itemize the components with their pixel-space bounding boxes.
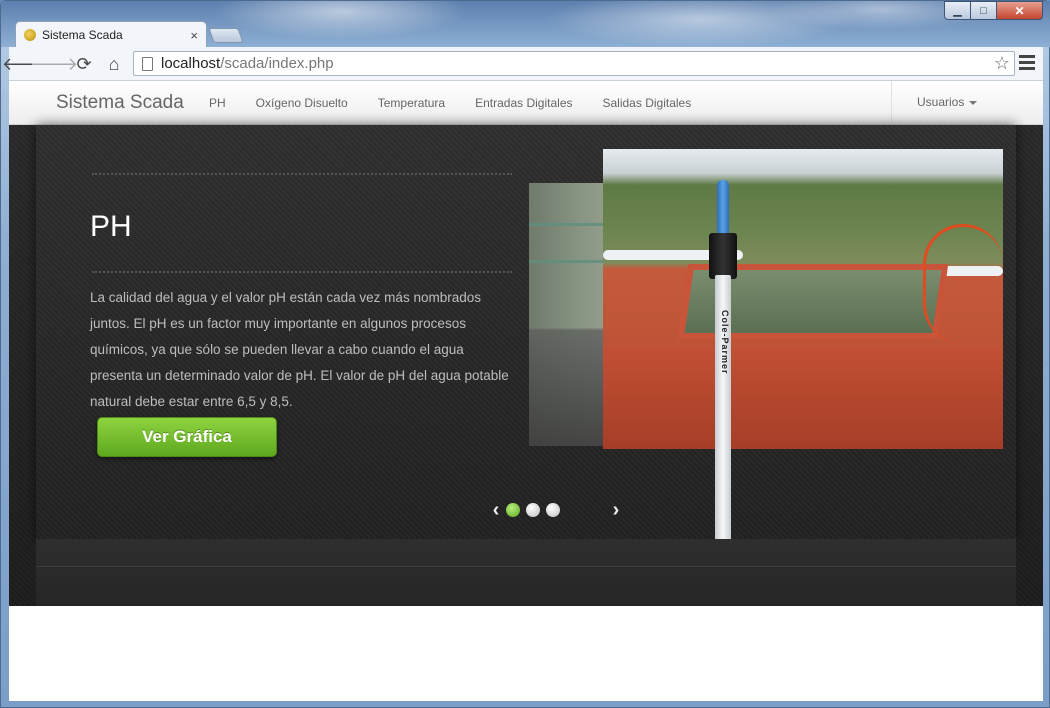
brand-link[interactable]: Sistema Scada xyxy=(56,92,184,114)
dotted-divider xyxy=(92,173,512,175)
slide-title: PH xyxy=(90,210,132,243)
bookmark-star-icon[interactable]: ☆ xyxy=(994,53,1010,74)
prev-arrow-icon[interactable]: ‹ xyxy=(486,499,506,522)
nav-link-oxigeno[interactable]: Oxígeno Disuelto xyxy=(256,96,348,110)
tank-photo xyxy=(603,149,1003,449)
slider-pager: ‹ › xyxy=(486,499,626,521)
lemon-favicon-icon xyxy=(24,29,36,41)
slide-description: La calidad del agua y el valor pH están … xyxy=(90,290,509,409)
new-tab-button[interactable] xyxy=(208,28,244,43)
slider-section: PH La calidad del agua y el valor pH est… xyxy=(9,125,1043,606)
forward-arrow-icon[interactable]: 🡒 xyxy=(30,53,78,75)
usuarios-dropdown[interactable]: Usuarios xyxy=(917,95,978,109)
nav-link-ph[interactable]: PH xyxy=(209,96,226,110)
ph-probe-image xyxy=(717,180,729,240)
browser-tab[interactable]: Sistema Scada × xyxy=(15,21,207,48)
tab-title: Sistema Scada xyxy=(42,28,123,42)
page-icon xyxy=(142,56,153,71)
ver-grafica-button[interactable]: Ver Gráfica xyxy=(97,417,277,457)
probe-brand-label: Cole-Parmer xyxy=(720,310,730,375)
caret-down-icon xyxy=(969,100,978,105)
pager-dot-1[interactable] xyxy=(506,503,520,517)
nav-divider xyxy=(891,81,892,125)
reload-icon[interactable]: ⟳ xyxy=(73,53,95,75)
site-navbar: Sistema Scada PH Oxígeno Disuelto Temper… xyxy=(9,81,1043,125)
nav-links: PH Oxígeno Disuelto Temperatura Entradas… xyxy=(209,81,721,125)
next-arrow-icon[interactable]: › xyxy=(606,499,626,522)
menu-icon[interactable] xyxy=(1019,55,1035,71)
page-viewport: Sistema Scada PH Oxígeno Disuelto Temper… xyxy=(9,81,1043,701)
dotted-divider xyxy=(92,271,512,273)
minimize-button[interactable]: ▁ xyxy=(944,1,971,20)
url-path: /scada/index.php xyxy=(220,55,334,72)
pager-dot-2[interactable] xyxy=(526,503,540,517)
home-icon[interactable]: ⌂ xyxy=(103,53,125,75)
close-window-button[interactable]: ✕ xyxy=(997,1,1043,20)
address-bar[interactable]: localhost/scada/index.php ☆ xyxy=(133,51,1015,76)
window-controls: ▁ □ ✕ xyxy=(944,1,1043,20)
tab-close-icon[interactable]: × xyxy=(190,28,198,43)
maximize-button[interactable]: □ xyxy=(971,1,997,20)
usuarios-label: Usuarios xyxy=(917,95,965,109)
browser-toolbar: 🡐 🡒 ⟳ ⌂ localhost/scada/index.php ☆ xyxy=(2,47,1043,81)
pager-dot-3[interactable] xyxy=(546,503,560,517)
nav-link-entradas[interactable]: Entradas Digitales xyxy=(475,96,572,110)
nav-link-salidas[interactable]: Salidas Digitales xyxy=(603,96,692,110)
url-host: localhost xyxy=(161,55,221,72)
nav-link-temperatura[interactable]: Temperatura xyxy=(378,96,445,110)
slider: PH La calidad del agua y el valor pH est… xyxy=(36,125,1016,567)
footer-band xyxy=(36,539,1016,606)
browser-window: ▁ □ ✕ Sistema Scada × 🡐 🡒 ⟳ ⌂ localhost /… xyxy=(0,0,1050,708)
